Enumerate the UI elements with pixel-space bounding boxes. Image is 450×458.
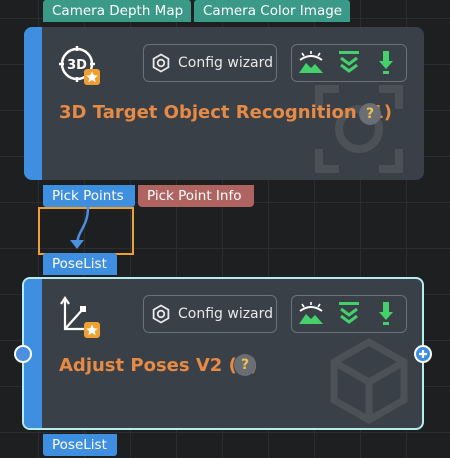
node-title: Adjust Poses V2 (1)	[59, 355, 258, 376]
help-icon[interactable]: ?	[234, 354, 256, 376]
config-wizard-label: Config wizard	[178, 306, 274, 322]
visualize-icon[interactable]	[297, 301, 325, 327]
double-chevron-down-icon[interactable]	[335, 301, 363, 327]
download-arrow-icon[interactable]	[372, 301, 400, 327]
port-label: PoseList	[52, 437, 107, 453]
output-port-poselist[interactable]: PoseList	[43, 434, 117, 456]
input-port-poselist[interactable]: PoseList	[43, 253, 117, 275]
watermark-icon	[324, 334, 414, 428]
plus-icon[interactable]	[414, 345, 432, 363]
adjust-poses-icon	[57, 295, 101, 339]
node-adjust-poses-v2[interactable]: Config wizard Adjust Poses V2 (1) ?	[22, 277, 424, 430]
node-toolbar	[291, 295, 407, 333]
port-label: PoseList	[52, 256, 107, 272]
left-connector-dot[interactable]	[14, 345, 32, 363]
config-wizard-button[interactable]: Config wizard	[143, 295, 277, 333]
gear-icon	[152, 304, 170, 324]
